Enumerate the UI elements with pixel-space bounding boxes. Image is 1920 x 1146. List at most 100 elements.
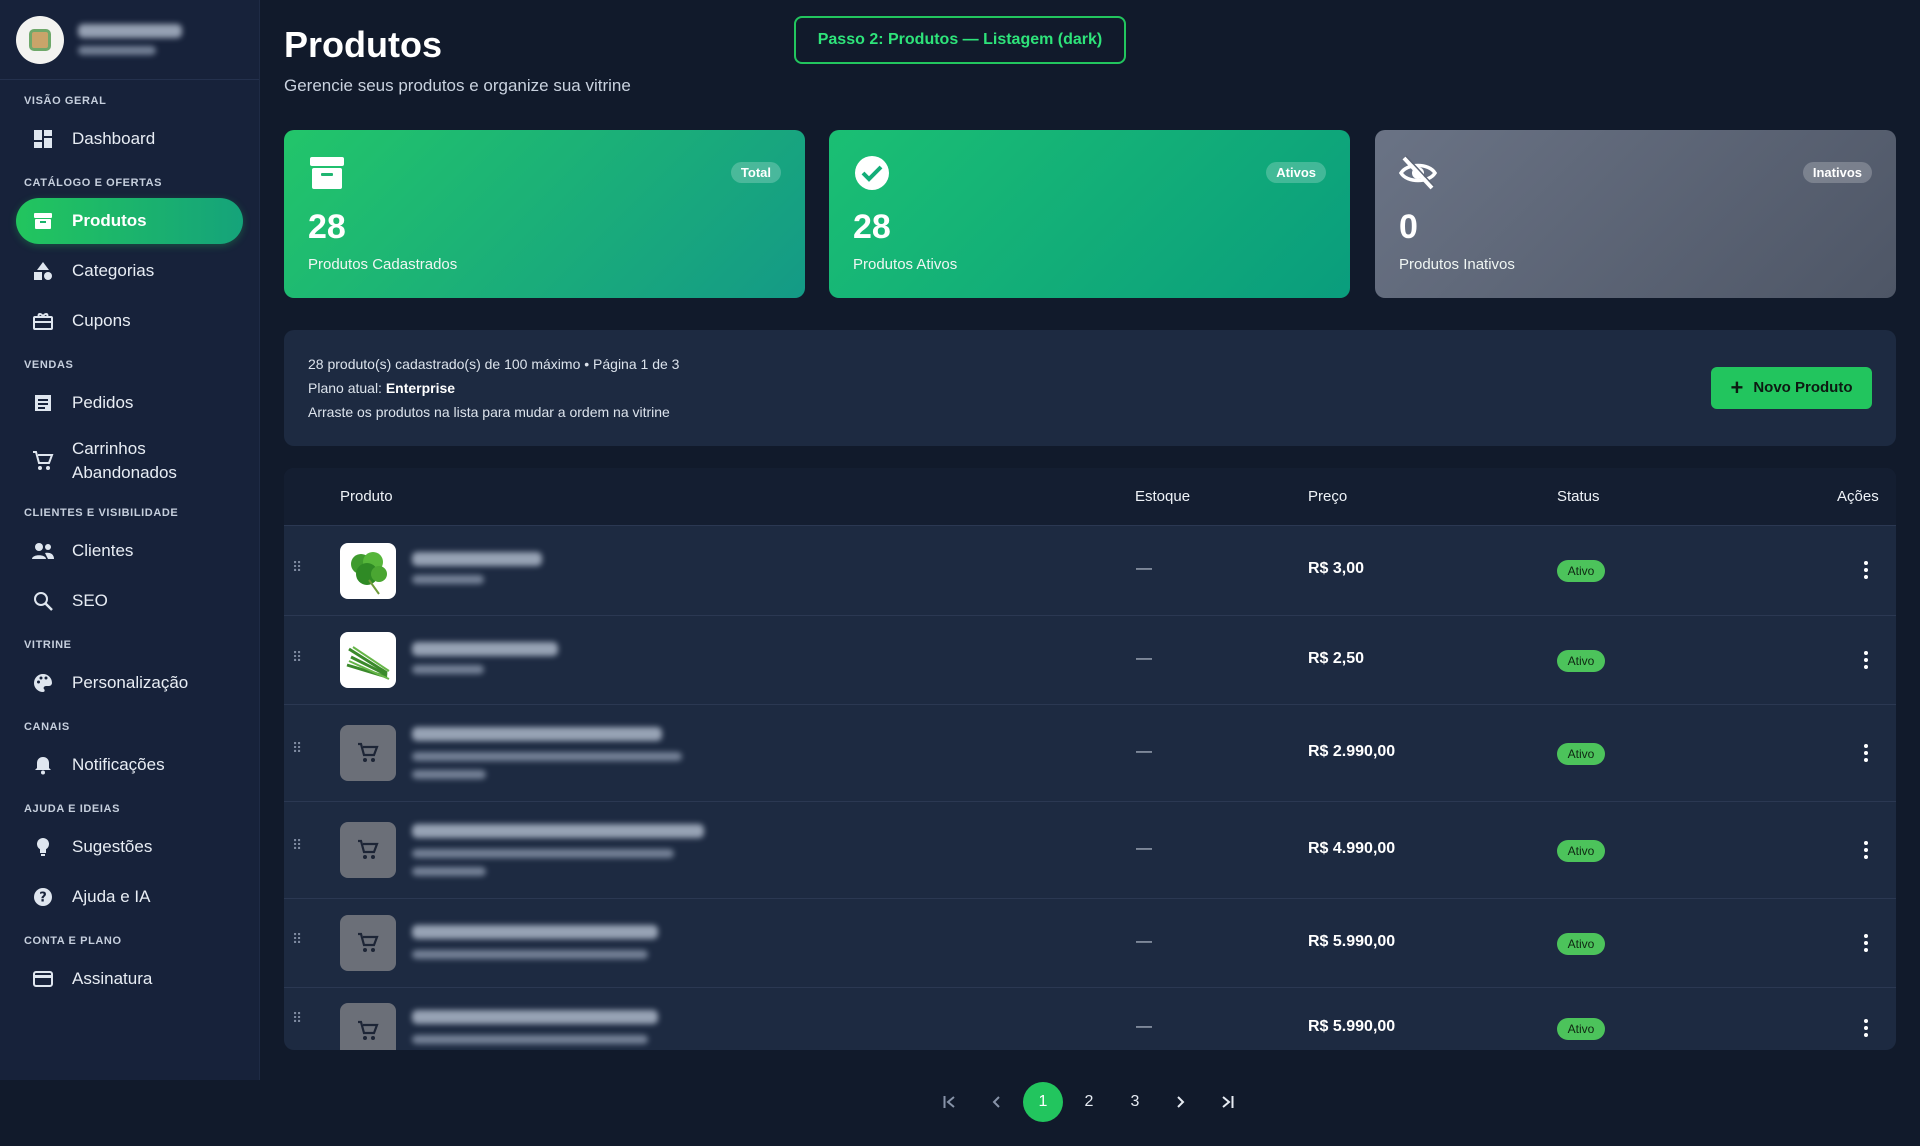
store-avatar <box>16 15 64 64</box>
sidebar-item-label: Clientes <box>72 541 134 561</box>
shapes-icon <box>32 260 54 282</box>
sidebar-item-label: SEO <box>72 591 108 611</box>
sidebar-item-label: Produtos <box>72 211 147 231</box>
reorder-hint: Arraste os produtos na lista para mudar … <box>308 404 670 420</box>
receipt-icon <box>32 392 54 414</box>
next-page-icon[interactable] <box>1161 1082 1201 1122</box>
stat-value: 28 <box>308 208 346 246</box>
drag-handle-icon[interactable]: ⠿ <box>292 931 302 948</box>
sidebar-item-label: Notificações <box>72 755 165 775</box>
palette-icon <box>32 672 54 694</box>
archive-icon <box>32 210 54 232</box>
product-name-blurred <box>412 642 558 674</box>
sidebar-item-carrinhos-abandonados[interactable]: Carrinhos Abandonados <box>16 430 243 492</box>
cart-icon <box>358 1020 379 1040</box>
sidebar-section-canais: CANAIS <box>24 721 70 733</box>
svg-text:?: ? <box>39 891 47 906</box>
cart-icon <box>358 839 379 859</box>
stat-card-total: Total 28 Produtos Cadastrados <box>284 130 805 298</box>
dashboard-icon <box>32 128 54 150</box>
plan-prefix: Plano atual: <box>308 380 386 396</box>
more-vert-icon[interactable] <box>1862 1019 1870 1037</box>
product-thumbnail <box>340 1003 396 1050</box>
sidebar-section-vendas: VENDAS <box>24 359 74 371</box>
sidebar-item-seo[interactable]: SEO <box>16 578 243 624</box>
product-count-info: 28 produto(s) cadastrado(s) de 100 máxim… <box>308 356 680 372</box>
sidebar-section-conta: CONTA E PLANO <box>24 935 122 947</box>
more-vert-icon[interactable] <box>1862 841 1870 859</box>
sidebar-item-sugestoes[interactable]: Sugestões <box>16 824 243 870</box>
table-row[interactable]: ⠿ — R$ 2,50 Ativo <box>284 616 1896 705</box>
stat-caption: Produtos Cadastrados <box>308 256 458 273</box>
sidebar-item-categorias[interactable]: Categorias <box>16 248 243 294</box>
first-page-icon[interactable] <box>930 1082 970 1122</box>
sidebar-item-label: Assinatura <box>72 969 153 989</box>
sidebar-item-label: Carrinhos Abandonados <box>72 439 177 482</box>
table-row[interactable]: ⠿ — R$ 5.990,00 Ativo <box>284 899 1896 988</box>
sidebar-item-personalizacao[interactable]: Personalização <box>16 660 243 706</box>
column-header-status: Status <box>1557 488 1600 505</box>
stock-value: — <box>1136 560 1152 577</box>
sidebar-item-label: Sugestões <box>72 837 153 857</box>
status-badge: Ativo <box>1557 933 1605 955</box>
price-value: R$ 5.990,00 <box>1308 1018 1396 1035</box>
sidebar-item-pedidos[interactable]: Pedidos <box>16 380 243 426</box>
table-row[interactable]: ⠿ — R$ 3,00 Ativo <box>284 526 1896 616</box>
more-vert-icon[interactable] <box>1862 744 1870 762</box>
table-row[interactable]: ⠿ — R$ 2.990,00 Ativo <box>284 705 1896 802</box>
sidebar-section-clientes: CLIENTES E VISIBILIDADE <box>24 507 179 519</box>
product-thumbnail <box>340 915 396 971</box>
page-button-1[interactable]: 1 <box>1023 1082 1063 1122</box>
drag-handle-icon[interactable]: ⠿ <box>292 649 302 666</box>
page-button-2[interactable]: 2 <box>1069 1082 1109 1122</box>
prev-page-icon[interactable] <box>976 1082 1016 1122</box>
product-thumbnail <box>340 822 396 878</box>
sidebar-item-ajuda-ia[interactable]: ? Ajuda e IA <box>16 874 243 920</box>
page-title: Produtos <box>284 24 442 65</box>
drag-handle-icon[interactable]: ⠿ <box>292 1010 302 1027</box>
status-badge: Ativo <box>1557 1018 1605 1040</box>
sidebar-item-dashboard[interactable]: Dashboard <box>16 116 243 162</box>
drag-handle-icon[interactable]: ⠿ <box>292 559 302 576</box>
plus-icon: + <box>1730 375 1744 400</box>
store-profile[interactable] <box>0 0 259 80</box>
page-button-3[interactable]: 3 <box>1115 1082 1155 1122</box>
sidebar-item-cupons[interactable]: Cupons <box>16 298 243 344</box>
stock-value: — <box>1136 1018 1152 1035</box>
column-header-produto: Produto <box>340 488 393 505</box>
sidebar-item-label: Cupons <box>72 311 131 331</box>
gift-icon <box>32 310 54 332</box>
stats-row: Total 28 Produtos Cadastrados Ativos 28 … <box>284 130 1896 298</box>
search-icon <box>32 590 54 612</box>
sidebar-item-label: Dashboard <box>72 129 156 149</box>
drag-handle-icon[interactable]: ⠿ <box>292 740 302 757</box>
status-badge: Ativo <box>1557 840 1605 862</box>
stock-value: — <box>1136 933 1152 950</box>
cart-icon <box>358 932 379 952</box>
stat-caption: Produtos Ativos <box>853 256 958 273</box>
sidebar: VISÃO GERAL Dashboard CATÁLOGO E OFERTAS… <box>0 0 260 1080</box>
sidebar-item-produtos[interactable]: Produtos <box>16 198 243 244</box>
table-row[interactable]: ⠿ — R$ 4.990,00 Ativo <box>284 802 1896 899</box>
sidebar-item-notificacoes[interactable]: Notificações <box>16 742 243 788</box>
status-badge: Ativo <box>1557 743 1605 765</box>
table-row[interactable]: ⠿ — R$ 5.990,00 Ativo <box>284 988 1896 1050</box>
plan-name: Enterprise <box>385 380 456 396</box>
more-vert-icon[interactable] <box>1862 561 1870 579</box>
more-vert-icon[interactable] <box>1862 934 1870 952</box>
price-value: R$ 3,00 <box>1308 560 1365 577</box>
more-vert-icon[interactable] <box>1862 651 1870 669</box>
sidebar-section-vitrine: VITRINE <box>24 639 72 651</box>
last-page-icon[interactable] <box>1207 1082 1247 1122</box>
price-value: R$ 2,50 <box>1308 650 1365 667</box>
products-table: Produto Estoque Preço Status Ações ⠿ — R… <box>284 468 1896 1050</box>
drag-handle-icon[interactable]: ⠿ <box>292 837 302 854</box>
product-name-blurred <box>412 1010 658 1044</box>
stat-caption: Produtos Inativos <box>1399 256 1515 273</box>
stock-value: — <box>1136 743 1152 760</box>
new-product-button[interactable]: + Novo Produto <box>1711 367 1872 409</box>
sidebar-item-assinatura[interactable]: Assinatura <box>16 956 243 1002</box>
cart-icon <box>32 450 54 472</box>
people-icon <box>32 540 54 562</box>
sidebar-item-clientes[interactable]: Clientes <box>16 528 243 574</box>
